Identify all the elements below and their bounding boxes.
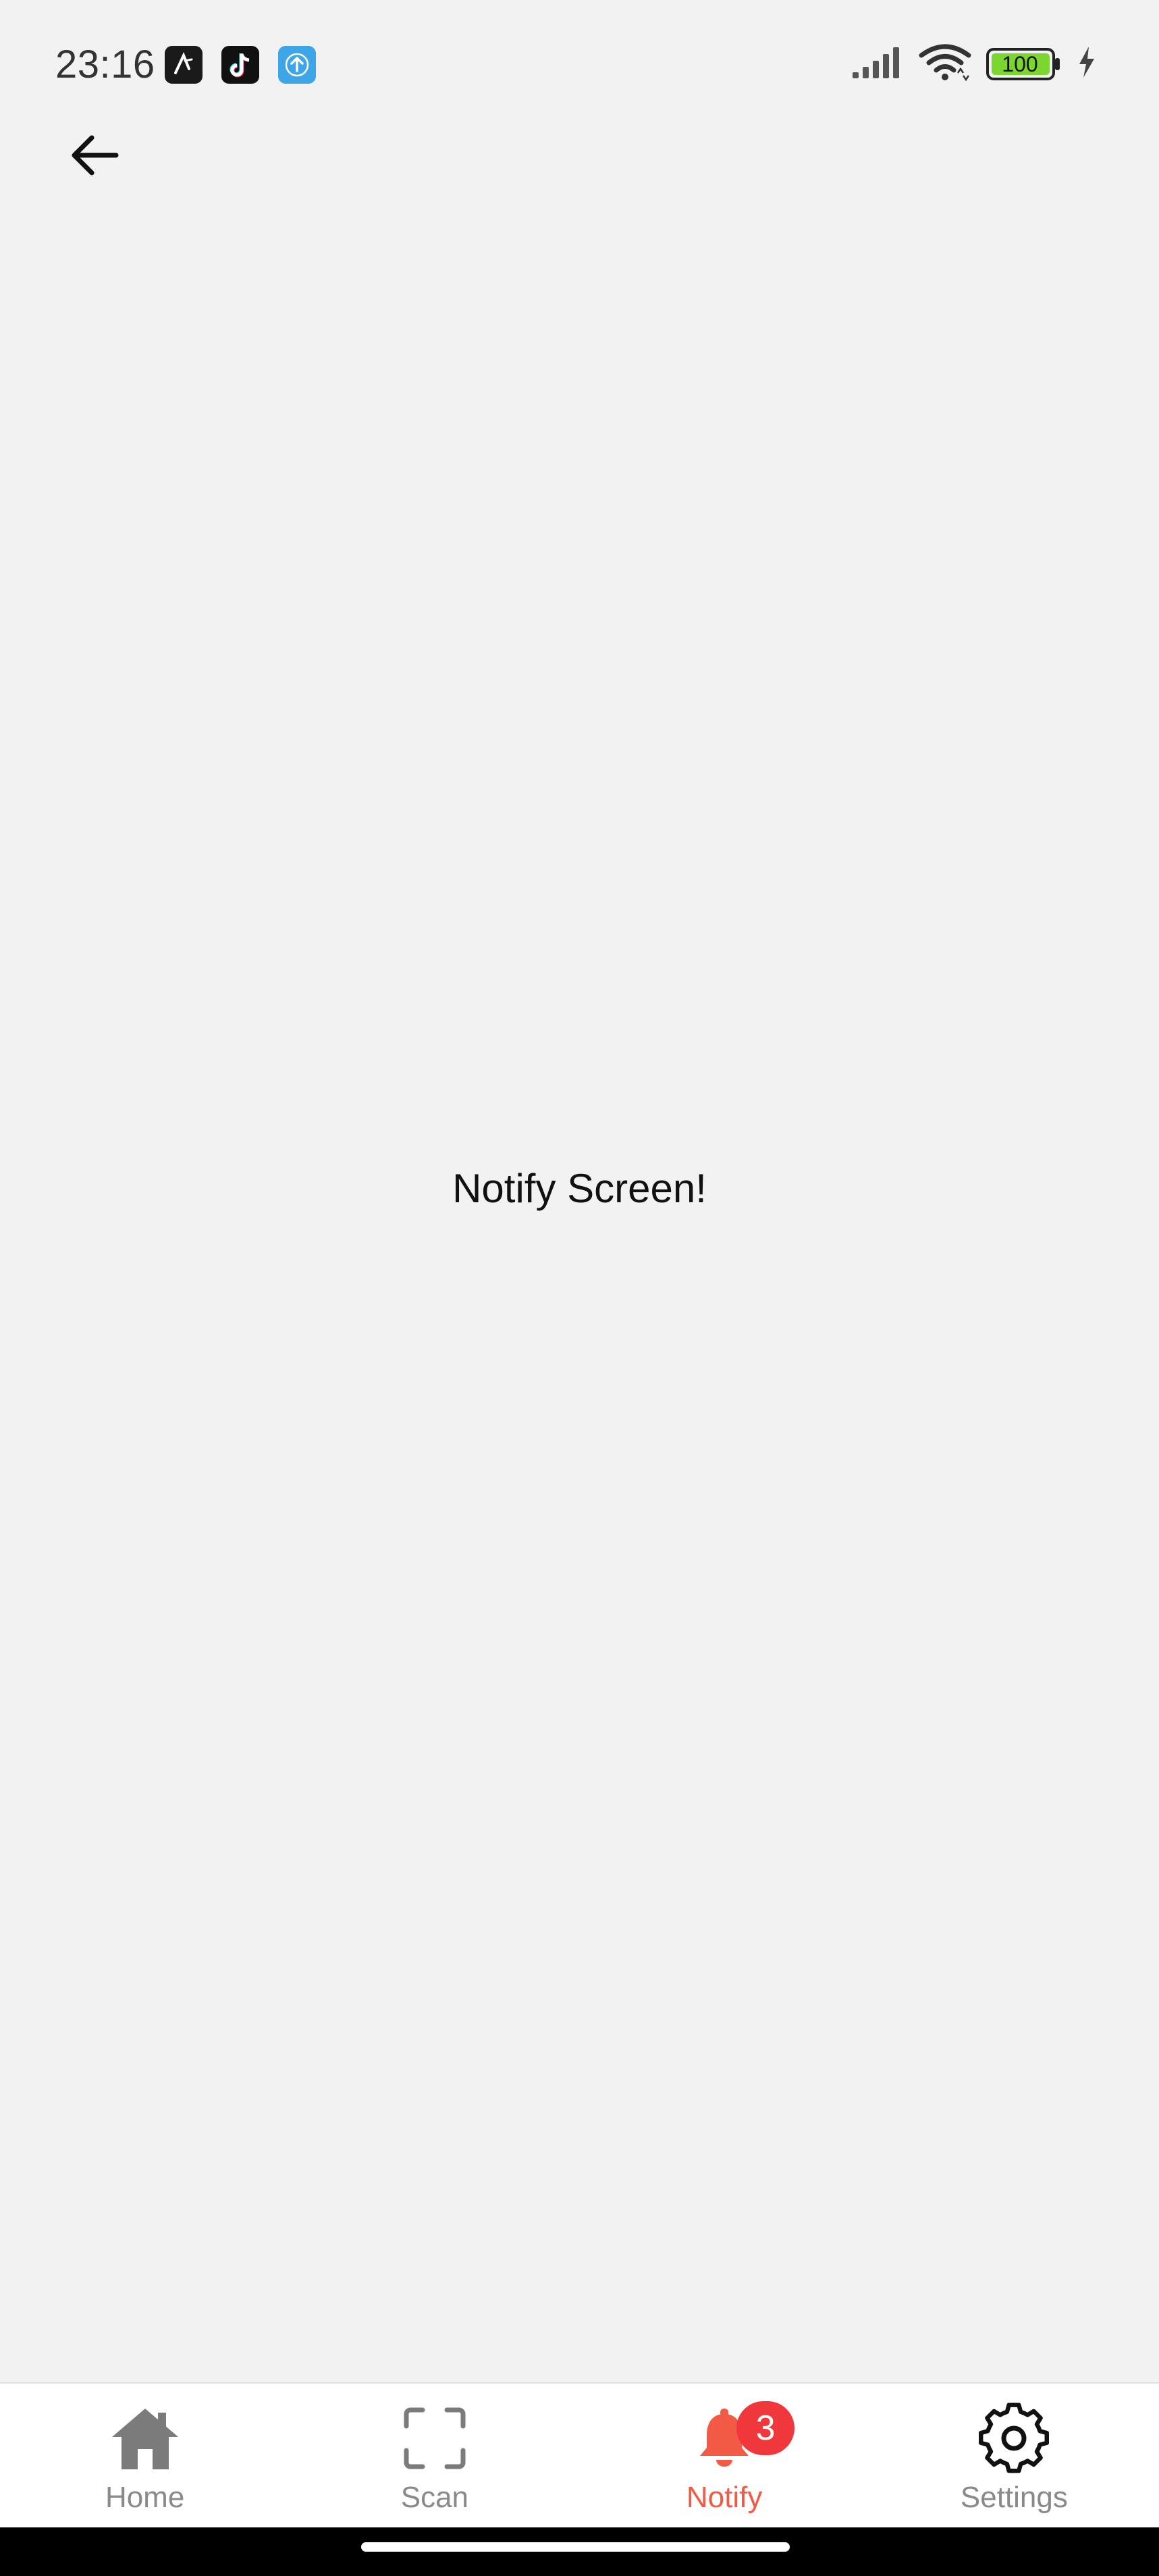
gear-icon [973,2401,1054,2475]
tab-notify[interactable]: 3 Notify [580,2384,869,2527]
system-icons: 100 [851,43,1097,84]
wifi-icon [919,43,971,84]
tab-settings-label: Settings [960,2481,1068,2514]
back-button[interactable] [61,122,128,189]
notify-screen: 23:16 100 Notify Screen! Home Scan 3 Not… [0,0,1159,2576]
status-time: 23:16 [55,43,155,86]
screen-message: Notify Screen! [452,1166,707,1211]
bell-icon: 3 [684,2401,795,2475]
home-icon [105,2401,186,2475]
tiktok-icon [221,46,259,84]
upload-arrow-icon [278,46,316,84]
tab-notify-label: Notify [686,2481,763,2514]
battery-level: 100 [1002,51,1038,76]
status-bar: 23:16 100 [0,0,1159,128]
battery-icon: 100 [986,47,1062,81]
tab-scan-label: Scan [400,2481,469,2514]
back-arrow-icon [72,135,119,176]
tab-settings[interactable]: Settings [869,2384,1159,2527]
system-navigation-bar [0,2527,1159,2576]
tab-home[interactable]: Home [0,2384,290,2527]
tab-home-label: Home [105,2481,185,2514]
notification-count-badge: 3 [736,2401,795,2455]
drawing-app-icon [165,46,203,84]
bottom-tab-bar: Home Scan 3 Notify Settings [0,2382,1159,2527]
scan-icon [394,2401,475,2475]
charging-bolt-icon [1077,45,1097,82]
cellular-signal-icon [851,45,904,82]
notification-icons [165,46,316,84]
home-indicator[interactable] [361,2542,790,2552]
tab-scan[interactable]: Scan [290,2384,579,2527]
